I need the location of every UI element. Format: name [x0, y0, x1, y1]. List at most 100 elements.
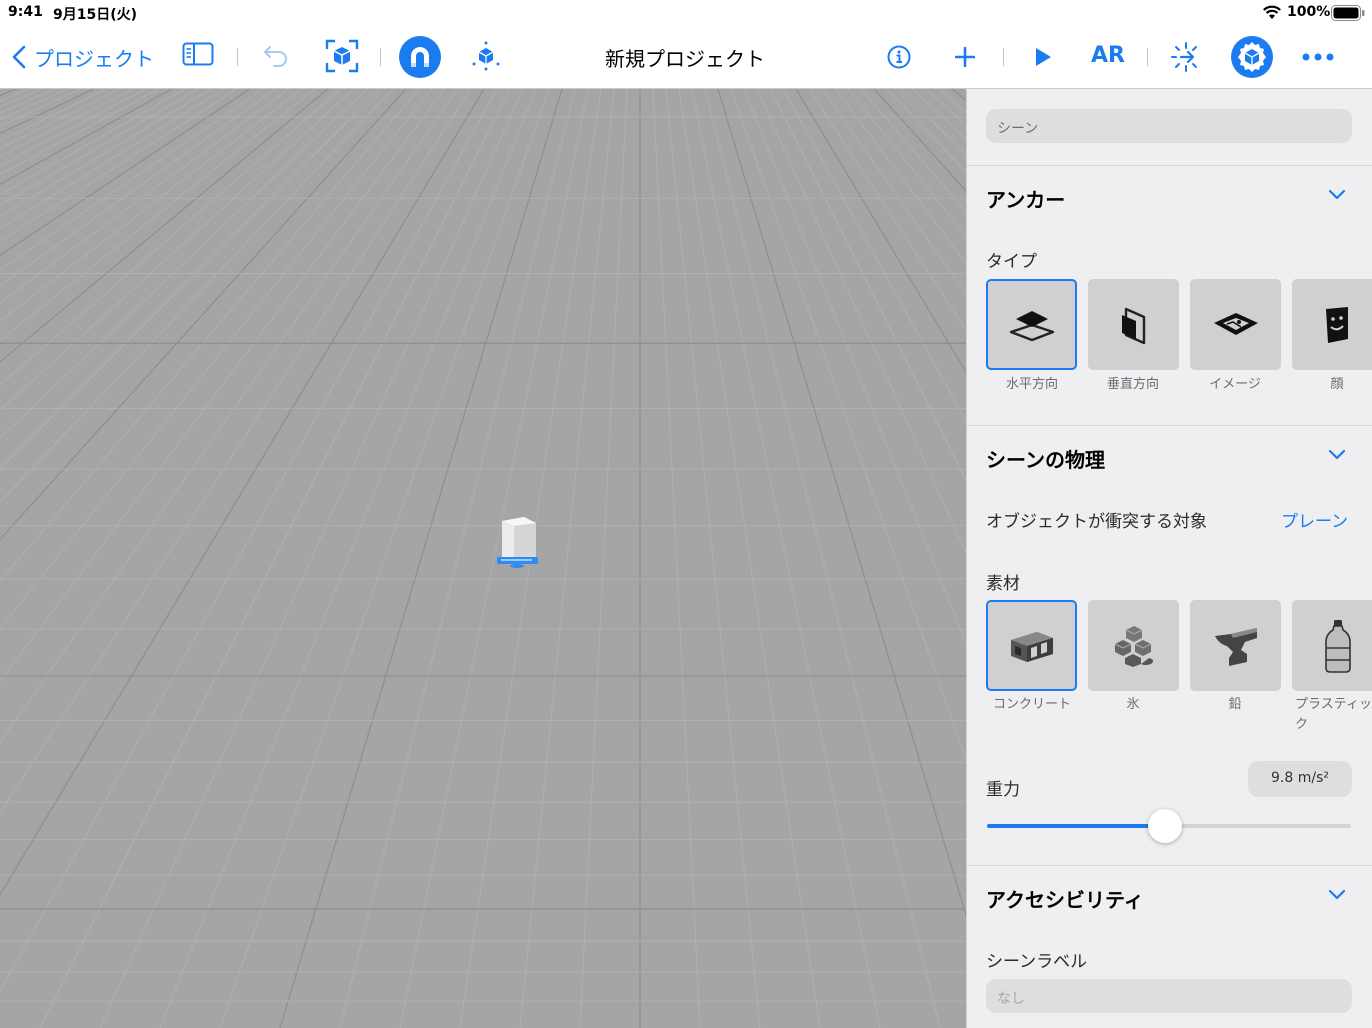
- grid-line: [0, 89, 95, 135]
- grid-line: [640, 89, 966, 1028]
- anchor-type-label: タイプ: [986, 252, 1037, 272]
- grid-line: [640, 89, 966, 1028]
- vertical-plane-icon: [1121, 307, 1145, 344]
- grid-line: [0, 89, 498, 993]
- sidebar-toggle-button[interactable]: [182, 42, 214, 66]
- grid-line: [640, 89, 966, 1028]
- material-concrete[interactable]: [986, 600, 1077, 691]
- undo-icon: [264, 46, 287, 67]
- more-button[interactable]: [1301, 52, 1335, 62]
- material-caption: 氷: [1126, 697, 1140, 712]
- toolbar-separator: [1147, 48, 1148, 66]
- anvil-icon: [1214, 627, 1257, 666]
- anchor-type-caption: 垂直方向: [1106, 377, 1159, 392]
- info-button[interactable]: [887, 45, 911, 69]
- ar-button[interactable]: AR: [1091, 43, 1125, 68]
- concrete-block-icon: [1010, 631, 1053, 662]
- grid-line: [0, 89, 381, 470]
- grid-line: [821, 89, 966, 296]
- behaviors-button[interactable]: [1170, 41, 1202, 73]
- material-lead[interactable]: [1190, 600, 1281, 691]
- grid-line: [640, 89, 966, 1028]
- chevron-down-icon[interactable]: [1327, 188, 1347, 202]
- material-ice[interactable]: [1088, 600, 1179, 691]
- scene-label-label: シーンラベル: [986, 952, 1088, 972]
- grid-line: [640, 89, 966, 1028]
- material-caption: プラスティック: [1295, 697, 1372, 732]
- snap-button[interactable]: [399, 36, 441, 78]
- grid-line: [717, 89, 966, 917]
- grid-line: [640, 89, 966, 1028]
- grid-line: [640, 89, 966, 1028]
- grid-line: [640, 89, 966, 1028]
- grid-line: [640, 89, 966, 1028]
- grid-line: [0, 89, 640, 1028]
- grid-line: [0, 89, 316, 342]
- grid-line: [0, 89, 199, 206]
- grid-line: [640, 89, 966, 1028]
- grid-line: [640, 89, 966, 1028]
- grid-line: [0, 89, 640, 1028]
- frame-object-button[interactable]: [324, 38, 360, 74]
- anchor-object-button[interactable]: [470, 40, 502, 72]
- play-button[interactable]: [1033, 47, 1053, 67]
- grid-line: [640, 89, 966, 1028]
- grid-line: [0, 89, 640, 1028]
- grid-line: [640, 89, 966, 1028]
- anchor-type-caption: イメージ: [1209, 377, 1261, 392]
- grid-line: [640, 89, 966, 1028]
- grid-line: [640, 89, 966, 1028]
- grid-line: [730, 89, 966, 761]
- toolbar: プロジェクト 新規プロジェクト AR: [0, 26, 1372, 89]
- collide-target-value[interactable]: プレーン: [1281, 507, 1348, 532]
- add-button[interactable]: [955, 47, 975, 67]
- grid-line: [0, 89, 640, 1028]
- grid-line: [640, 89, 966, 1028]
- grid-line: [756, 89, 966, 554]
- toolbar-separator: [380, 48, 381, 66]
- wifi-icon: [1262, 5, 1282, 24]
- grid-line: [0, 89, 43, 108]
- grid-line: [640, 89, 966, 1028]
- grid-line: [640, 89, 966, 1028]
- grid-line: [0, 89, 69, 121]
- grid-line: [640, 89, 966, 1028]
- physics-section-title: シーンの物理: [986, 448, 1105, 472]
- info-icon: [887, 45, 911, 69]
- chevron-down-icon[interactable]: [1327, 888, 1347, 902]
- anchor-type-vertical[interactable]: [1088, 279, 1179, 370]
- gear-cube-icon: [1231, 36, 1273, 78]
- scene-label-field[interactable]: なし: [986, 979, 1352, 1013]
- material-plastic[interactable]: [1292, 600, 1372, 691]
- grid-line: [640, 89, 966, 1028]
- undo-button[interactable]: [263, 44, 289, 68]
- grid-line: [0, 89, 640, 1028]
- ground-grid: [0, 89, 966, 1028]
- inspector-button[interactable]: [1231, 36, 1273, 78]
- grid-line: [769, 89, 966, 482]
- grid-line: [886, 89, 966, 173]
- scene-viewport[interactable]: [0, 89, 966, 1028]
- grid-line: [640, 89, 966, 1028]
- gravity-slider-thumb[interactable]: [1148, 809, 1183, 843]
- grid-line: [0, 89, 640, 1028]
- back-button[interactable]: プロジェクト: [12, 42, 154, 72]
- grid-line: [0, 89, 640, 1028]
- grid-line: [640, 89, 966, 1028]
- inspector-panel: シーン アンカー タイプ 水平方向 垂直方向 イメージ 顔 シーンの物理 オブジ…: [966, 89, 1372, 1028]
- divider: [967, 165, 1372, 166]
- anchor-type-horizontal[interactable]: [986, 279, 1077, 370]
- anchor-type-face[interactable]: [1292, 279, 1372, 370]
- status-date: 9月15日(火): [53, 7, 138, 23]
- cube-object[interactable]: [492, 513, 542, 569]
- scene-name-field[interactable]: シーン: [986, 109, 1352, 143]
- gravity-value-field[interactable]: 9.8 m/s²: [1248, 761, 1352, 797]
- anchor-type-image[interactable]: [1190, 279, 1281, 370]
- grid-line: [640, 89, 966, 1028]
- grid-line: [0, 89, 640, 1028]
- grid-line: [899, 89, 966, 156]
- chevron-down-icon[interactable]: [1327, 448, 1347, 462]
- grid-line: [0, 89, 640, 1028]
- grid-line: [640, 89, 966, 1028]
- battery-icon: [1331, 5, 1365, 25]
